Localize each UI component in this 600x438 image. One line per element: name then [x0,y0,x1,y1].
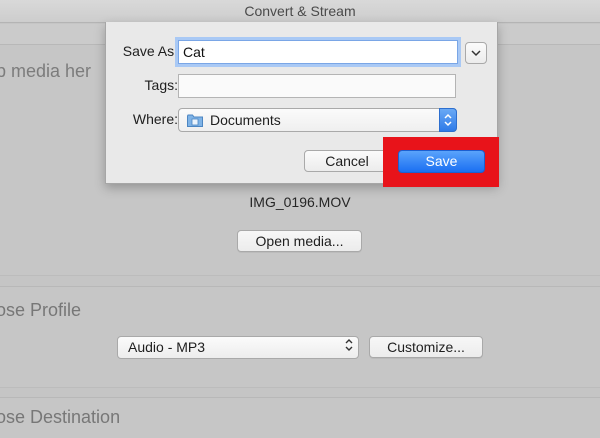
where-select[interactable]: Documents [178,108,457,132]
updown-chevron-icon [439,108,457,132]
documents-folder-icon [187,114,203,127]
save-as-field[interactable]: Cat [178,40,458,64]
file-name: IMG_0196.MOV [249,194,351,210]
choose-destination-label: ose Destination [0,407,121,427]
choose-profile-label: ose Profile [0,300,82,320]
where-label: Where: [132,111,178,127]
window-titlebar: Convert & Stream [0,0,600,23]
save-as-label: Save As: [122,43,178,59]
updown-chevron-icon [344,337,354,355]
expand-dialog-button[interactable] [465,42,487,64]
save-button[interactable]: Save [398,150,485,173]
tags-label: Tags: [144,77,178,93]
customize-button[interactable]: Customize... [369,336,483,358]
profile-select-value: Audio - MP3 [128,339,206,355]
cancel-button[interactable]: Cancel [304,150,390,172]
drop-media-label: p media her [0,61,92,81]
open-media-button[interactable]: Open media... [237,230,362,252]
tags-field[interactable] [178,74,456,98]
chevron-down-icon [471,50,481,57]
profile-select[interactable]: Audio - MP3 [117,336,359,359]
window-title: Convert & Stream [244,3,356,19]
where-select-value: Documents [210,112,281,128]
